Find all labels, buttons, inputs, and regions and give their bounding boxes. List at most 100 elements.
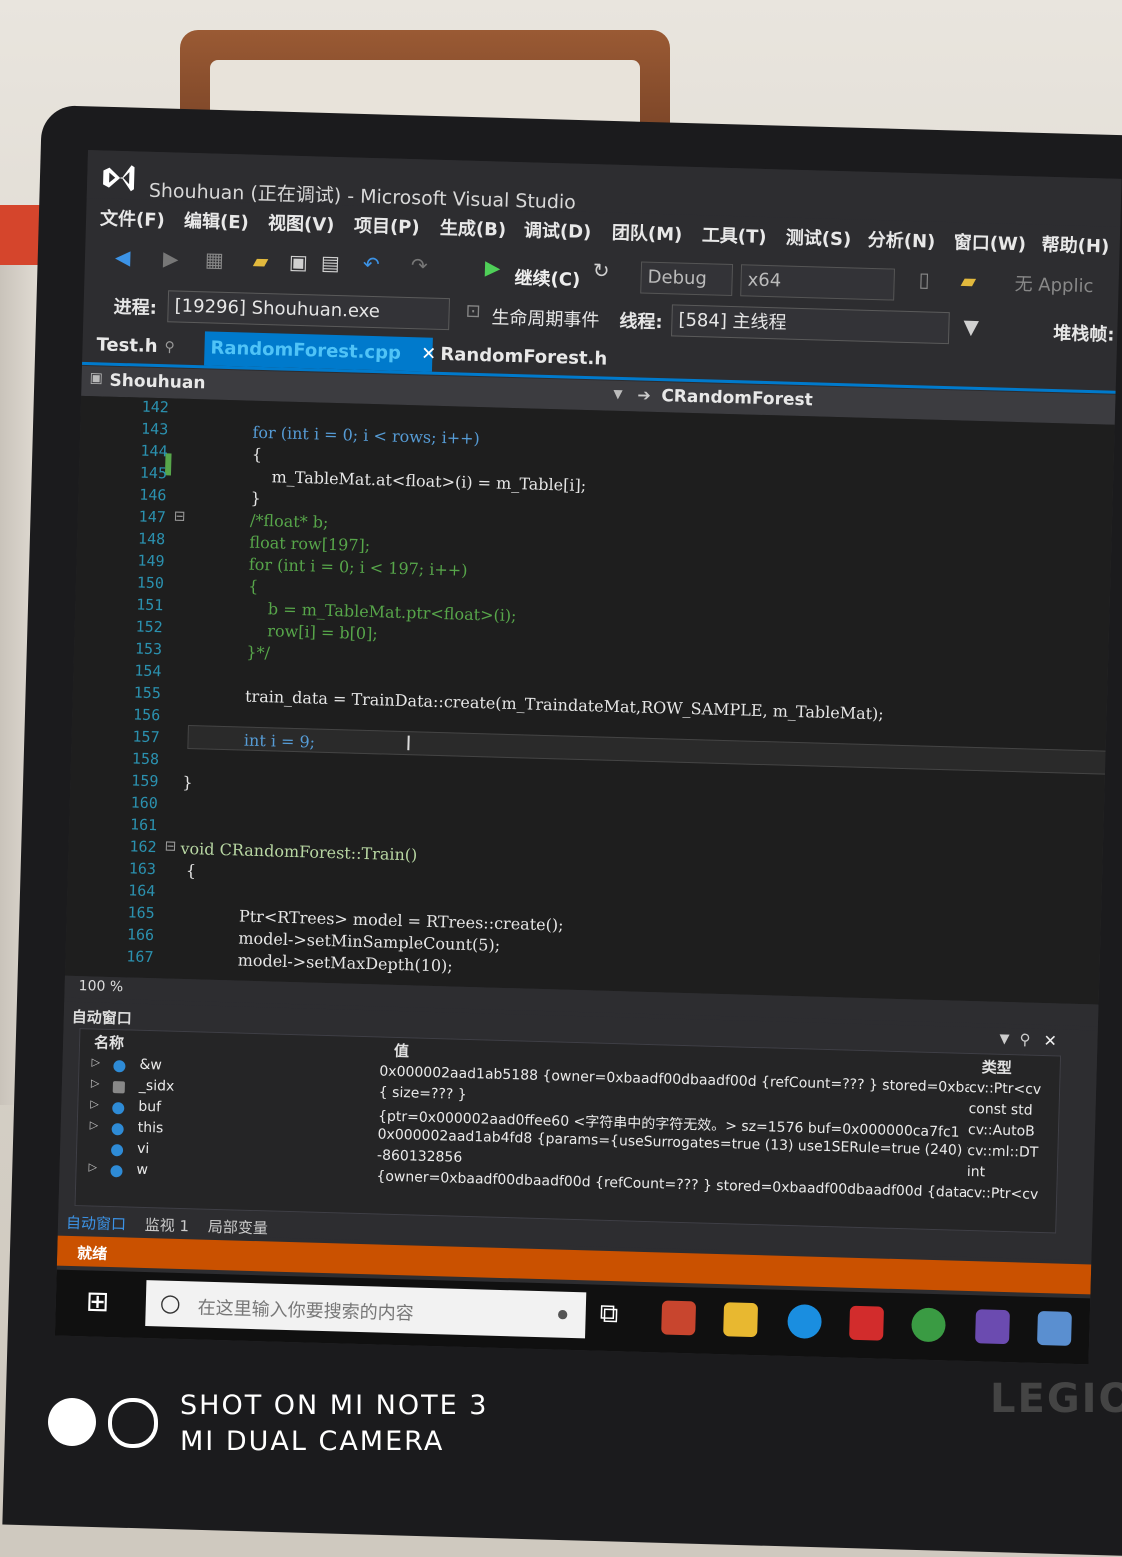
qq-app-icon[interactable] <box>661 1300 697 1336</box>
current-line-highlight <box>187 725 1115 776</box>
tab-randomforest-h[interactable]: RandomForest.h <box>434 338 614 377</box>
menu-team[interactable]: 团队(M) <box>612 219 683 247</box>
autos-title: 自动窗口 <box>71 1007 133 1028</box>
pin-window-icon[interactable]: ⚲ <box>1019 1030 1030 1048</box>
lifecycle-events-button[interactable]: 生命周期事件 <box>491 303 600 332</box>
thread-select[interactable]: [584] 主线程 <box>671 304 950 345</box>
menu-build[interactable]: 生成(B) <box>440 214 507 242</box>
variable-icon <box>110 1144 124 1157</box>
var-name: w <box>136 1161 149 1179</box>
config-select[interactable]: Debug <box>640 261 734 297</box>
line-number: 165 <box>127 903 155 923</box>
code-line: int i = 9; <box>223 730 316 752</box>
visual-studio-taskbar-icon[interactable] <box>975 1309 1010 1345</box>
platform-select[interactable]: x64 <box>740 264 896 301</box>
stack-frame-label: 堆栈帧: <box>1052 323 1115 346</box>
tab-locals[interactable]: 局部变量 <box>208 1218 268 1238</box>
redo-icon[interactable]: ↷ <box>411 253 428 277</box>
filter-icon[interactable]: ▼ <box>963 315 979 339</box>
var-name: &w <box>139 1056 163 1074</box>
menu-file[interactable]: 文件(F) <box>100 204 165 232</box>
menu-edit[interactable]: 编辑(E) <box>184 207 249 235</box>
process-select[interactable]: [19296] Shouhuan.exe <box>167 290 451 331</box>
zoom-level[interactable]: 100 % <box>78 978 123 995</box>
open-file-icon[interactable]: ▰ <box>253 249 269 273</box>
code-line: train_data = TrainData::create(m_Trainda… <box>224 686 884 724</box>
microphone-icon[interactable]: ⏺ <box>557 1302 568 1326</box>
code-line: { <box>231 444 263 464</box>
menu-analyze[interactable]: 分析(N) <box>867 226 935 254</box>
line-number: 154 <box>134 661 162 681</box>
back-icon[interactable]: ◀ <box>115 245 131 269</box>
search-input[interactable]: 在这里输入你要搜索的内容 <box>197 1294 414 1326</box>
line-number: 145 <box>139 463 168 483</box>
line-number: 149 <box>137 551 165 571</box>
taskbar-search[interactable]: ○ 在这里输入你要搜索的内容 ⏺ <box>145 1280 587 1339</box>
save-all-icon[interactable]: ▤ <box>321 251 341 276</box>
code-line: }*/ <box>225 642 271 663</box>
tab-test-h[interactable]: Test.h <box>90 328 164 364</box>
autos-bottom-tabs: 自动窗口 监视 1 局部变量 <box>66 1212 268 1239</box>
forward-icon[interactable]: ▶ <box>163 246 179 270</box>
line-number: 153 <box>134 639 163 659</box>
expand-icon[interactable]: ▷ <box>91 1055 100 1068</box>
chrome-icon[interactable] <box>911 1307 946 1343</box>
var-name: buf <box>138 1098 162 1116</box>
var-type: int <box>966 1163 986 1181</box>
window-menu-icon[interactable]: ▼ <box>999 1032 1009 1047</box>
collapse-icon[interactable]: ⊟ <box>164 838 176 854</box>
device-icon[interactable]: ▯ <box>918 267 930 291</box>
var-name: this <box>137 1119 164 1137</box>
menu-view[interactable]: 视图(V) <box>268 209 335 237</box>
line-number: 148 <box>137 529 166 549</box>
collapse-icon[interactable]: ⊟ <box>174 509 186 525</box>
tab-watch-1[interactable]: 监视 1 <box>145 1216 190 1235</box>
scope-dropdown[interactable]: CRandomForest <box>661 386 813 410</box>
name-column-header[interactable]: 名称 <box>94 1032 125 1054</box>
expand-icon[interactable]: ▷ <box>90 1097 99 1110</box>
code-line: for (int i = 0; i < 197; i++) <box>228 554 468 580</box>
windows-start-icon[interactable]: ⊞ <box>85 1284 109 1318</box>
line-number: 164 <box>127 881 156 901</box>
menu-test[interactable]: 测试(S) <box>785 224 852 252</box>
new-project-icon[interactable]: ▦ <box>205 247 225 272</box>
var-name: _sidx <box>138 1077 175 1095</box>
code-editor[interactable]: 142 143 for (int i = 0; i < rows; i++) 1… <box>64 395 1115 1005</box>
continue-button[interactable]: 继续(C) <box>514 264 580 292</box>
var-type: const std <box>968 1100 1033 1119</box>
expand-icon[interactable]: ▷ <box>91 1076 100 1089</box>
undo-icon[interactable]: ↶ <box>363 252 380 276</box>
menu-debug[interactable]: 调试(D) <box>524 216 592 244</box>
value-column-header[interactable]: 值 <box>394 1040 410 1061</box>
close-window-icon[interactable]: ✕ <box>1043 1031 1057 1050</box>
menu-project[interactable]: 项目(P) <box>354 211 420 239</box>
save-icon[interactable]: ▣ <box>289 250 309 275</box>
code-line: { <box>185 861 197 881</box>
type-column-header[interactable]: 类型 <box>981 1056 1012 1078</box>
laptop-screen: Shouhuan (正在调试) - Microsoft Visual Studi… <box>54 150 1122 1365</box>
chevron-down-icon[interactable]: ▼ <box>613 387 623 401</box>
clock-app-icon[interactable] <box>787 1303 823 1339</box>
task-view-icon[interactable]: ⧉ <box>599 1299 618 1331</box>
netease-music-icon[interactable] <box>849 1305 885 1341</box>
folder-icon[interactable]: ▰ <box>960 268 976 292</box>
file-explorer-icon[interactable] <box>723 1302 759 1338</box>
expand-icon[interactable]: ▷ <box>90 1118 99 1131</box>
line-number: 159 <box>131 771 159 791</box>
app-taskbar-icon[interactable] <box>1037 1310 1072 1346</box>
tab-autos[interactable]: 自动窗口 <box>66 1214 126 1234</box>
variable-icon <box>110 1165 123 1178</box>
continue-play-icon[interactable]: ▶ <box>485 255 501 279</box>
restart-icon[interactable]: ↻ <box>593 258 610 282</box>
lifecycle-icon: ⊡ <box>465 300 482 323</box>
autos-window: 自动窗口 ▼ ⚲ ✕ 名称 值 类型 ▷ &w 0x000002aad1ab51… <box>57 1001 1098 1261</box>
var-type: cv::ml::DT <box>967 1142 1039 1161</box>
cortana-icon: ○ <box>159 1288 182 1318</box>
menu-window[interactable]: 窗口(W) <box>953 228 1026 256</box>
menu-help[interactable]: 帮助(H) <box>1041 231 1109 259</box>
project-dropdown[interactable]: Shouhuan <box>109 371 205 394</box>
variable-icon <box>113 1060 126 1073</box>
expand-icon[interactable]: ▷ <box>88 1160 97 1173</box>
pin-icon[interactable]: ⚲ <box>158 330 181 365</box>
menu-tools[interactable]: 工具(T) <box>702 221 767 249</box>
